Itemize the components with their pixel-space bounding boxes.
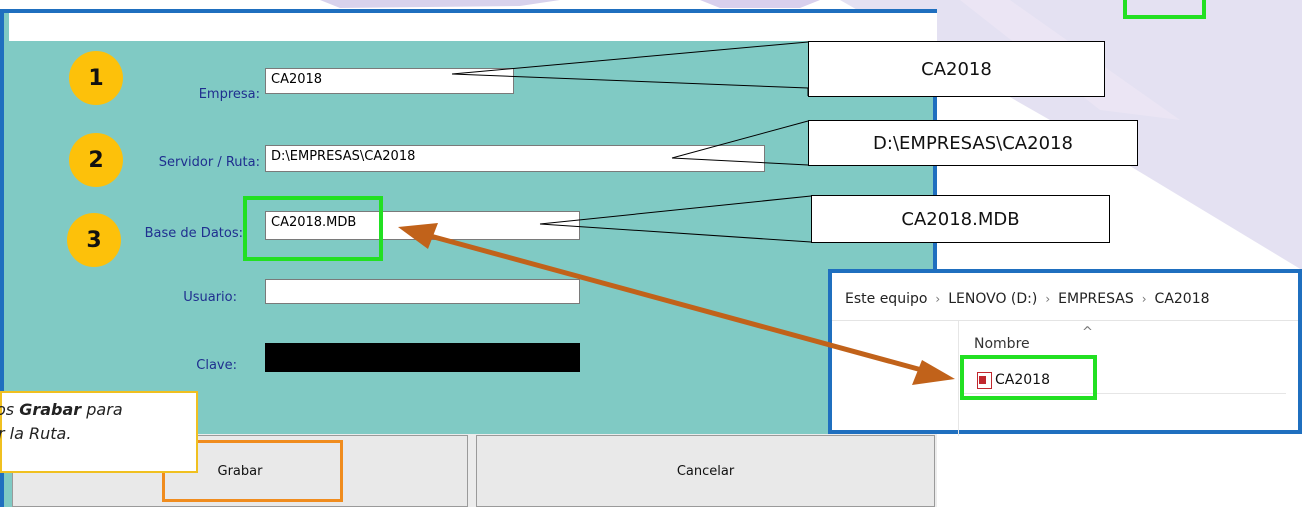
arrow-line: [411, 228, 941, 378]
arrow-head-left: [398, 223, 438, 249]
arrow-head-right: [912, 360, 955, 385]
double-arrow-icon: [398, 223, 955, 385]
